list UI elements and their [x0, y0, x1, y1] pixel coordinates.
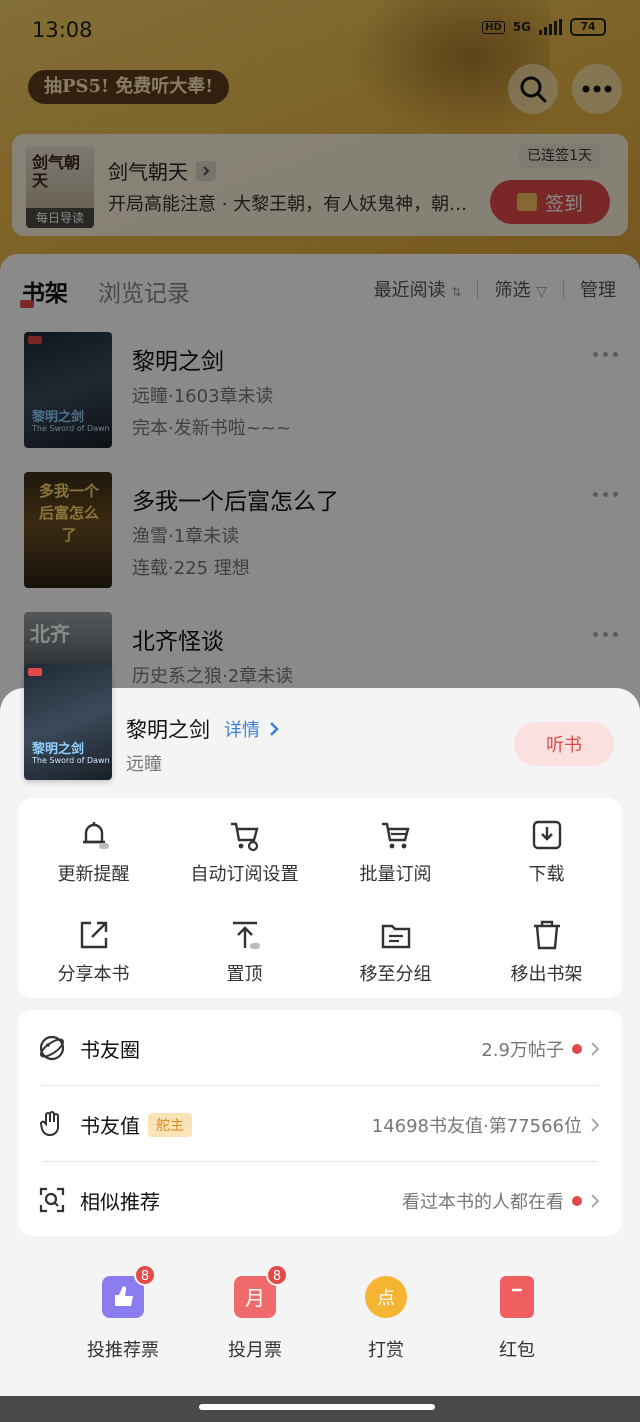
move-group-button[interactable]: 移至分组 — [320, 898, 471, 998]
sheet-book-author: 远瞳 — [126, 754, 162, 775]
thumbs-up-ticket-icon: 8 — [102, 1264, 156, 1318]
monthly-ticket-button[interactable]: 月 8 投月票 — [185, 1264, 325, 1362]
bell-icon — [82, 822, 109, 849]
row-value: 14698书友值·第77566位 — [371, 1116, 582, 1137]
row-value: 2.9万帖子 — [481, 1040, 564, 1061]
row-value: 看过本书的人都在看 — [402, 1192, 564, 1213]
book-circle-row[interactable]: 书友圈 2.9万帖子 — [18, 1010, 622, 1085]
planet-icon — [39, 1035, 65, 1061]
auto-subscribe-button[interactable]: 自动订阅设置 — [169, 798, 320, 898]
reader-level-row[interactable]: 书友值 舵主 14698书友值·第77566位 — [18, 1086, 622, 1161]
chevron-right-icon — [591, 1042, 600, 1056]
batch-subscribe-button[interactable]: 批量订阅 — [320, 798, 471, 898]
coin-icon: 点 — [365, 1276, 407, 1318]
home-bar[interactable] — [199, 1404, 435, 1410]
reward-label: 红包 — [499, 1340, 535, 1361]
similar-recommend-row[interactable]: 相似推荐 看过本书的人都在看 — [18, 1162, 622, 1237]
action-label: 移至分组 — [359, 964, 432, 985]
book-detail-link[interactable]: 详情 — [224, 716, 280, 742]
svg-text:点: 点 — [377, 1288, 395, 1309]
ticket-count-badge: 8 — [266, 1264, 288, 1286]
detail-label: 详情 — [224, 720, 260, 741]
new-dot-icon — [572, 1044, 582, 1054]
action-label: 置顶 — [226, 964, 263, 985]
row-label: 书友值 — [80, 1114, 140, 1138]
remove-shelf-button[interactable]: 移出书架 — [471, 898, 622, 998]
sheet-book-title: 黎明之剑 — [126, 718, 210, 742]
tip-button[interactable]: 点 打赏 — [316, 1276, 456, 1362]
trash-icon — [533, 920, 560, 950]
action-label: 自动订阅设置 — [190, 864, 299, 885]
book-action-sheet: 黎明之剑 The Sword of Dawn 黎明之剑 详情 远瞳 听书 更新提… — [0, 664, 640, 1422]
reward-label: 打赏 — [368, 1340, 404, 1361]
chevron-right-icon — [591, 1118, 600, 1132]
new-dot-icon — [572, 1196, 582, 1206]
red-packet-icon — [500, 1276, 534, 1318]
reward-label: 投推荐票 — [87, 1340, 159, 1361]
cart-icon — [381, 822, 410, 849]
svg-text:月: 月 — [245, 1286, 265, 1310]
pin-top-button[interactable]: 置顶 — [169, 898, 320, 998]
folder-icon — [381, 924, 410, 949]
action-grid: 更新提醒 自动订阅设置 批量订阅 下载 分享本书 置顶 移至分组 移出书架 — [18, 798, 622, 998]
download-button[interactable]: 下载 — [471, 798, 622, 898]
pin-top-icon — [232, 921, 260, 949]
action-label: 批量订阅 — [359, 864, 432, 885]
rank-badge: 舵主 — [148, 1112, 192, 1137]
sheet-book-header: 黎明之剑 详情 — [126, 714, 280, 744]
chevron-right-icon — [591, 1194, 600, 1208]
sheet-book-cover[interactable]: 黎明之剑 The Sword of Dawn — [24, 664, 112, 780]
action-label: 分享本书 — [57, 964, 130, 985]
cart-settings-icon — [230, 822, 259, 852]
row-label: 书友圈 — [80, 1038, 140, 1062]
home-indicator — [0, 1396, 640, 1422]
scan-search-icon — [39, 1187, 65, 1213]
red-packet-button[interactable]: 红包 — [447, 1276, 587, 1362]
brand-tag — [28, 668, 42, 676]
update-reminder-button[interactable]: 更新提醒 — [18, 798, 169, 898]
action-label: 下载 — [528, 864, 565, 885]
cover-subtitle: The Sword of Dawn — [32, 756, 110, 765]
reward-label: 投月票 — [228, 1340, 282, 1361]
ticket-count-badge: 8 — [134, 1264, 156, 1286]
hand-icon — [40, 1111, 60, 1137]
community-list: 书友圈 2.9万帖子 书友值 舵主 14698书友值·第77566位 相似推荐 看… — [18, 1010, 622, 1236]
share-book-button[interactable]: 分享本书 — [18, 898, 169, 998]
share-icon — [80, 921, 107, 949]
download-icon — [532, 820, 561, 850]
action-label: 移出书架 — [510, 964, 583, 985]
chevron-right-icon — [270, 722, 279, 736]
recommend-ticket-button[interactable]: 8 投推荐票 — [53, 1264, 193, 1362]
cover-title: 黎明之剑 — [32, 742, 85, 757]
action-label: 更新提醒 — [57, 864, 130, 885]
row-label: 相似推荐 — [80, 1190, 160, 1214]
listen-button[interactable]: 听书 — [514, 722, 614, 766]
monthly-ticket-icon: 月 8 — [234, 1264, 288, 1318]
